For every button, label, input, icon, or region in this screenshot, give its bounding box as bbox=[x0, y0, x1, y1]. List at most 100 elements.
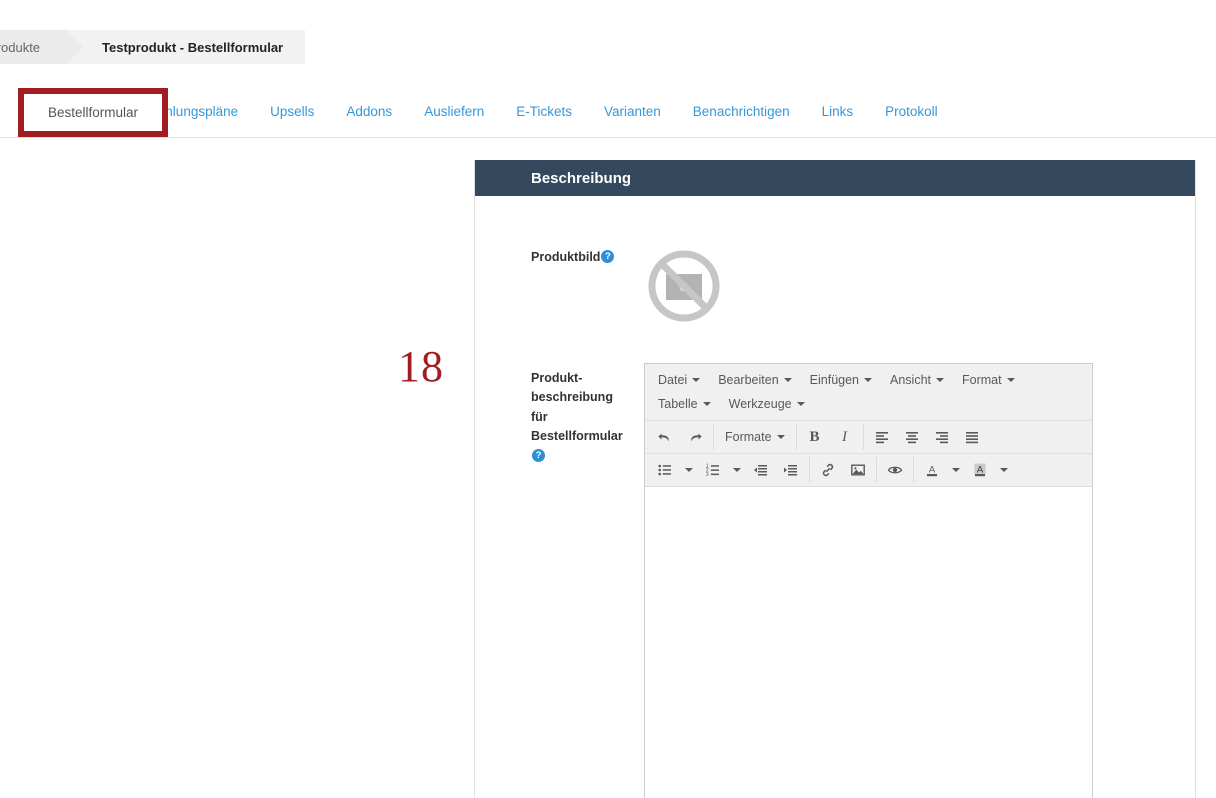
menu-datei-label: Datei bbox=[658, 373, 688, 387]
menu-ansicht[interactable]: Ansicht bbox=[881, 368, 953, 392]
link-icon[interactable] bbox=[813, 457, 843, 483]
toolbar-group-insert bbox=[810, 457, 877, 483]
outdent-icon[interactable] bbox=[746, 457, 776, 483]
produktbeschreibung-label-line3: Bestellformular bbox=[531, 429, 623, 444]
field-row-produktbild: Produktbild? bbox=[475, 196, 1195, 333]
menu-tabelle[interactable]: Tabelle bbox=[649, 392, 720, 416]
tab-benachrichtigen[interactable]: Benachrichtigen bbox=[677, 92, 806, 130]
italic-glyph: I bbox=[842, 428, 848, 445]
field-row-produktbeschreibung: Produkt- beschreibung für Bestellformula… bbox=[475, 333, 1195, 798]
background-color-icon[interactable]: A bbox=[965, 457, 995, 483]
beschreibung-panel: Beschreibung Produktbild? Produkt- besch… bbox=[474, 160, 1196, 798]
tab-e-tickets[interactable]: E-Tickets bbox=[500, 92, 588, 130]
bullet-list-chevron-down-icon[interactable] bbox=[680, 457, 698, 483]
chevron-down-icon bbox=[733, 468, 741, 472]
numbered-list-icon[interactable]: 123 bbox=[698, 457, 728, 483]
editor-toolbar-row2: 123 A A bbox=[645, 454, 1092, 487]
text-color-icon[interactable]: A bbox=[917, 457, 947, 483]
tab-protokoll[interactable]: Protokoll bbox=[869, 92, 954, 130]
chevron-down-icon bbox=[952, 468, 960, 472]
produktbild-value bbox=[630, 242, 726, 333]
menu-werkzeuge-label: Werkzeuge bbox=[728, 397, 792, 411]
breadcrumb-item-current: Testprodukt - Bestellformular bbox=[66, 30, 306, 64]
svg-text:A: A bbox=[929, 465, 936, 476]
align-right-icon[interactable] bbox=[927, 424, 957, 450]
toolbar-group-lists: 123 bbox=[647, 457, 810, 483]
menu-ansicht-label: Ansicht bbox=[890, 373, 932, 387]
chevron-down-icon bbox=[796, 402, 805, 406]
menu-werkzeuge[interactable]: Werkzeuge bbox=[720, 392, 814, 416]
breadcrumb-previous-label: Produkte bbox=[0, 39, 41, 55]
chevron-down-icon bbox=[702, 402, 711, 406]
help-icon[interactable]: ? bbox=[601, 250, 615, 263]
numbered-list-chevron-down-icon[interactable] bbox=[728, 457, 746, 483]
menu-bearbeiten-label: Bearbeiten bbox=[718, 373, 779, 387]
tab-truncated-left[interactable]: n bbox=[0, 92, 12, 130]
menu-einfuegen-label: Einfügen bbox=[809, 373, 860, 387]
svg-text:3: 3 bbox=[706, 472, 709, 478]
background-color-chevron-down-icon[interactable] bbox=[995, 457, 1013, 483]
image-icon[interactable] bbox=[843, 457, 873, 483]
chevron-down-icon bbox=[776, 435, 785, 439]
bold-icon[interactable]: B bbox=[800, 424, 830, 450]
align-left-icon[interactable] bbox=[867, 424, 897, 450]
breadcrumb-item-produkte[interactable]: Produkte bbox=[0, 30, 84, 64]
toolbar-group-align bbox=[864, 424, 990, 450]
editor-toolbar-row1: Formate B I bbox=[645, 421, 1092, 454]
tab-addons[interactable]: Addons bbox=[330, 92, 408, 130]
toolbar-group-colors: A A bbox=[914, 457, 1016, 483]
formate-dropdown[interactable]: Formate bbox=[717, 424, 793, 450]
breadcrumb: Produkte Testprodukt - Bestellformular bbox=[0, 30, 306, 64]
menu-datei[interactable]: Datei bbox=[649, 368, 709, 392]
toolbar-group-history bbox=[647, 424, 714, 450]
produktbild-label: Produktbild? bbox=[475, 242, 630, 333]
breadcrumb-current-label: Testprodukt - Bestellformular bbox=[102, 39, 284, 55]
chevron-down-icon bbox=[864, 378, 873, 382]
tab-upsells[interactable]: Upsells bbox=[254, 92, 330, 130]
produktbeschreibung-label: Produkt- beschreibung für Bestellformula… bbox=[475, 363, 630, 798]
product-tabbar: n Bestellformular Zahlungspläne Upsells … bbox=[0, 92, 1216, 138]
preview-eye-icon[interactable] bbox=[880, 457, 910, 483]
bold-glyph: B bbox=[809, 428, 820, 445]
redo-icon[interactable] bbox=[680, 424, 710, 450]
chevron-down-icon bbox=[783, 378, 792, 382]
text-color-chevron-down-icon[interactable] bbox=[947, 457, 965, 483]
produktbild-label-text: Produktbild bbox=[531, 250, 601, 264]
toolbar-group-formats: Formate bbox=[714, 424, 797, 450]
panel-body: Produktbild? Produkt- beschreibung für B… bbox=[475, 196, 1195, 798]
undo-icon[interactable] bbox=[650, 424, 680, 450]
menu-format[interactable]: Format bbox=[953, 368, 1024, 392]
toolbar-group-style: B I bbox=[797, 424, 864, 450]
produktbeschreibung-label-line2: beschreibung für bbox=[531, 390, 613, 424]
menu-bearbeiten[interactable]: Bearbeiten bbox=[709, 368, 800, 392]
menu-einfuegen[interactable]: Einfügen bbox=[801, 368, 881, 392]
align-justify-icon[interactable] bbox=[957, 424, 987, 450]
chevron-down-icon bbox=[692, 378, 701, 382]
no-image-icon bbox=[648, 250, 720, 322]
tab-bestellformular-label[interactable]: Bestellformular bbox=[24, 94, 162, 131]
tab-ausliefern[interactable]: Ausliefern bbox=[408, 92, 500, 130]
help-icon[interactable]: ? bbox=[532, 448, 545, 462]
editor-menubar: Datei Bearbeiten Einfügen Ansicht Format… bbox=[645, 364, 1092, 421]
formate-label: Formate bbox=[725, 430, 772, 444]
tinymce-editor: Datei Bearbeiten Einfügen Ansicht Format… bbox=[644, 363, 1093, 798]
produktbeschreibung-label-line1: Produkt- bbox=[531, 371, 583, 385]
chevron-down-icon bbox=[936, 378, 945, 382]
menu-tabelle-label: Tabelle bbox=[658, 397, 698, 411]
svg-text:A: A bbox=[977, 465, 984, 476]
chevron-down-icon bbox=[1006, 378, 1015, 382]
menu-format-label: Format bbox=[962, 373, 1002, 387]
panel-title: Beschreibung bbox=[531, 169, 632, 187]
tab-varianten[interactable]: Varianten bbox=[588, 92, 677, 130]
toolbar-group-preview bbox=[877, 457, 914, 483]
chevron-down-icon bbox=[685, 468, 693, 472]
italic-icon[interactable]: I bbox=[830, 424, 860, 450]
page-root: Produkte Testprodukt - Bestellformular n… bbox=[0, 0, 1216, 798]
panel-header: Beschreibung bbox=[475, 160, 1195, 196]
editor-content-area[interactable] bbox=[645, 487, 1092, 798]
annotation-number: 18 bbox=[398, 342, 444, 391]
indent-icon[interactable] bbox=[776, 457, 806, 483]
bullet-list-icon[interactable] bbox=[650, 457, 680, 483]
tab-links[interactable]: Links bbox=[806, 92, 870, 130]
align-center-icon[interactable] bbox=[897, 424, 927, 450]
